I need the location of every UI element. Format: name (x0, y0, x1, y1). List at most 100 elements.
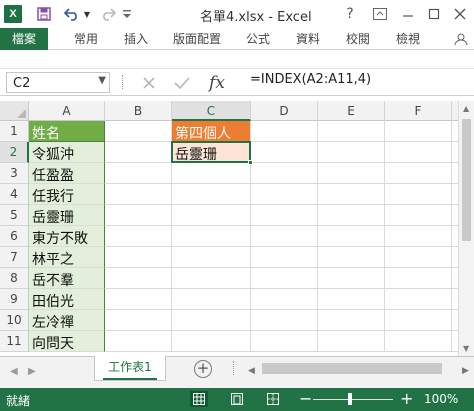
ribbon-display-icon[interactable] (368, 3, 392, 25)
cell-c3[interactable] (172, 163, 251, 184)
tab-home[interactable]: 常用 (66, 28, 106, 50)
vertical-scroll-thumb[interactable] (462, 119, 471, 241)
normal-view-icon[interactable] (190, 391, 208, 407)
tab-split-grip[interactable] (233, 361, 235, 375)
cell-f11[interactable] (385, 331, 452, 352)
cell-a11[interactable]: 向問天 (29, 331, 105, 352)
cell-b6[interactable] (105, 226, 172, 247)
row-header-6[interactable]: 6 (0, 226, 29, 247)
row-header-10[interactable]: 10 (0, 310, 29, 331)
cell-e9[interactable] (318, 289, 385, 310)
cell-c7[interactable] (172, 247, 251, 268)
cell-d11[interactable] (251, 331, 318, 352)
column-header-e[interactable]: E (318, 101, 385, 121)
cell-b3[interactable] (105, 163, 172, 184)
row-header-8[interactable]: 8 (0, 268, 29, 289)
row-header-1[interactable]: 1 (0, 121, 29, 142)
minimize-icon[interactable] (396, 3, 420, 25)
cell-e10[interactable] (318, 310, 385, 331)
scroll-left-icon[interactable]: ◀ (248, 366, 255, 376)
cell-a6[interactable]: 東方不敗 (29, 226, 105, 247)
tab-file[interactable]: 檔案 (0, 28, 48, 50)
add-sheet-button[interactable]: + (194, 360, 212, 378)
cancel-icon[interactable] (138, 73, 160, 93)
cell-b8[interactable] (105, 268, 172, 289)
cell-e11[interactable] (318, 331, 385, 352)
select-all-button[interactable] (0, 101, 29, 121)
cell-a2[interactable]: 令狐沖 (29, 142, 105, 163)
cell-b9[interactable] (105, 289, 172, 310)
scroll-up-icon[interactable]: ▲ (463, 104, 469, 113)
cell-b2[interactable] (105, 142, 172, 163)
tab-data[interactable]: 資料 (288, 28, 328, 50)
close-icon[interactable] (448, 3, 472, 25)
column-header-b[interactable]: B (105, 101, 172, 121)
cell-b7[interactable] (105, 247, 172, 268)
cell-a9[interactable]: 田伯光 (29, 289, 105, 310)
cell-a7[interactable]: 林平之 (29, 247, 105, 268)
cell-f4[interactable] (385, 184, 452, 205)
cell-e3[interactable] (318, 163, 385, 184)
cell-e1[interactable] (318, 121, 385, 142)
cell-a10[interactable]: 左冷禪 (29, 310, 105, 331)
row-header-4[interactable]: 4 (0, 184, 29, 205)
account-icon[interactable] (448, 28, 474, 50)
cell-f2[interactable] (385, 142, 452, 163)
undo-icon[interactable] (62, 4, 82, 24)
cell-e6[interactable] (318, 226, 385, 247)
enter-check-icon[interactable] (171, 73, 193, 93)
column-header-f[interactable]: F (385, 101, 452, 121)
undo-dropdown-icon[interactable]: ▼ (82, 4, 92, 24)
help-button[interactable]: ? (338, 3, 362, 25)
cell-f10[interactable] (385, 310, 452, 331)
page-break-view-icon[interactable] (264, 391, 282, 407)
cell-a1[interactable]: 姓名 (29, 121, 105, 142)
row-header-11[interactable]: 11 (0, 331, 29, 352)
row-header-7[interactable]: 7 (0, 247, 29, 268)
cell-f6[interactable] (385, 226, 452, 247)
tab-view[interactable]: 檢視 (388, 28, 428, 50)
vertical-scrollbar[interactable]: ▲ ▼ (458, 101, 474, 356)
chevron-down-icon[interactable]: ▼ (98, 75, 106, 86)
redo-icon[interactable] (98, 4, 118, 24)
cell-a3[interactable]: 任盈盈 (29, 163, 105, 184)
horizontal-scroll-thumb[interactable] (262, 363, 442, 374)
zoom-in-button[interactable]: + (400, 389, 413, 408)
cell-f9[interactable] (385, 289, 452, 310)
cell-e7[interactable] (318, 247, 385, 268)
cell-f1[interactable] (385, 121, 452, 142)
zoom-out-button[interactable]: − (299, 389, 312, 408)
scroll-down-icon[interactable]: ▼ (463, 344, 469, 353)
formula-input[interactable]: =INDEX(A2:A11,4) (250, 72, 470, 94)
page-layout-view-icon[interactable] (228, 391, 246, 407)
row-header-5[interactable]: 5 (0, 205, 29, 226)
scroll-right-icon[interactable]: ▶ (462, 366, 469, 376)
cell-a4[interactable]: 任我行 (29, 184, 105, 205)
cell-c11[interactable] (172, 331, 251, 352)
row-header-2[interactable]: 2 (0, 142, 29, 163)
cell-b10[interactable] (105, 310, 172, 331)
cell-d9[interactable] (251, 289, 318, 310)
cell-f3[interactable] (385, 163, 452, 184)
tab-page-layout[interactable]: 版面配置 (168, 28, 226, 50)
cell-b5[interactable] (105, 205, 172, 226)
cell-d10[interactable] (251, 310, 318, 331)
cell-c8[interactable] (172, 268, 251, 289)
cell-c5[interactable] (172, 205, 251, 226)
save-icon[interactable] (34, 4, 54, 24)
tab-insert[interactable]: 插入 (116, 28, 156, 50)
fill-handle[interactable] (248, 160, 253, 165)
cell-d6[interactable] (251, 226, 318, 247)
cell-c1[interactable]: 第四個人 (172, 121, 251, 142)
worksheet-grid[interactable]: A B C D E F 1 姓名 第四個人 2 令狐沖 岳靈珊 3 任盈盈 4 任我行 5 岳靈珊 6 東… (0, 101, 458, 356)
cell-b11[interactable] (105, 331, 172, 352)
cell-c6[interactable] (172, 226, 251, 247)
cell-d2[interactable] (251, 142, 318, 163)
zoom-slider[interactable] (313, 399, 393, 400)
formula-bar-grip[interactable] (122, 75, 124, 89)
zoom-level[interactable]: 100% (424, 392, 458, 406)
tab-review[interactable]: 校閱 (338, 28, 378, 50)
cell-a5[interactable]: 岳靈珊 (29, 205, 105, 226)
name-box[interactable]: C2 ▼ (6, 72, 110, 93)
cell-d3[interactable] (251, 163, 318, 184)
